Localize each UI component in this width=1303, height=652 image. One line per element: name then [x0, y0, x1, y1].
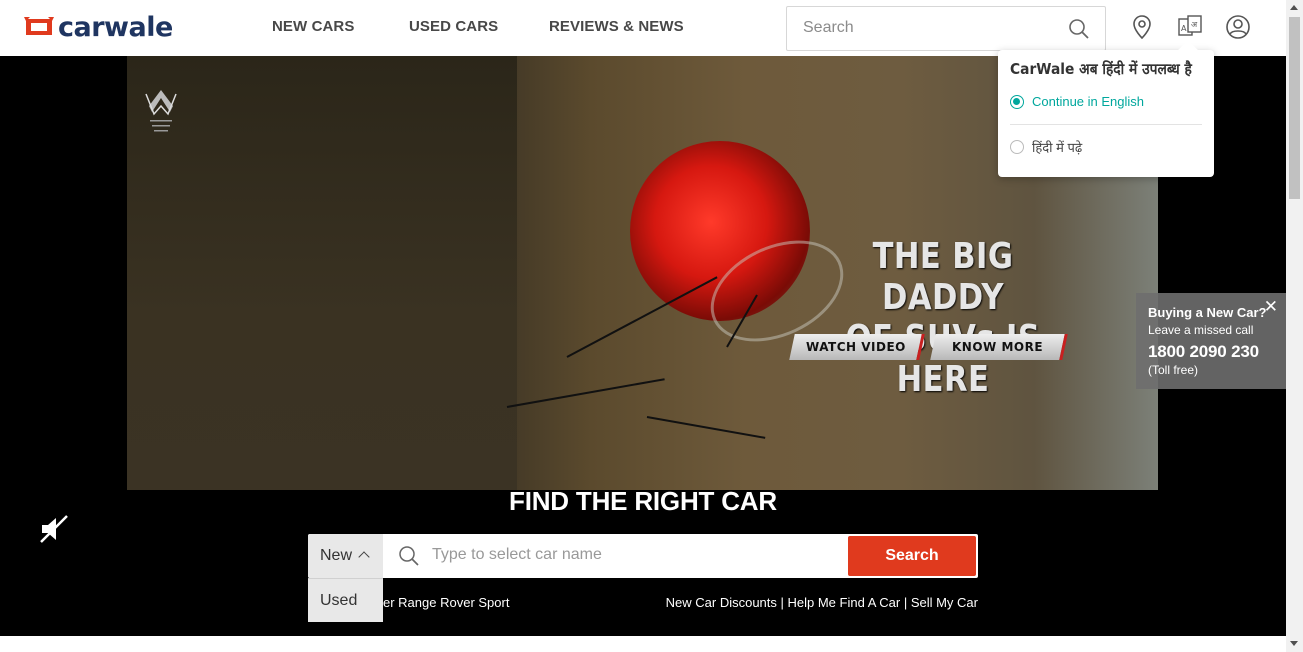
know-more-button[interactable]: KNOW MORE: [930, 334, 1068, 360]
page-scrollbar[interactable]: [1286, 0, 1303, 652]
language-popover: CarWale अब हिंदी में उपलब्ध है Continue …: [998, 40, 1214, 177]
language-icon[interactable]: Aअ: [1177, 14, 1203, 45]
know-more-label: KNOW MORE: [951, 340, 1044, 354]
site-header: carwale NEW CARS USED CARS REVIEWS & NEW…: [0, 0, 1286, 56]
car-finder: New Search: [308, 534, 978, 578]
quick-links: New Car Discounts | Help Me Find A Car |…: [666, 595, 978, 610]
logo-mark-icon: [24, 17, 54, 37]
quick-link-left[interactable]: er Range Rover Sport: [383, 595, 509, 610]
chevron-up-icon: [358, 551, 370, 563]
search-icon: [398, 545, 420, 572]
header-search[interactable]: [786, 6, 1106, 51]
callback-title: Buying a New Car?: [1148, 305, 1267, 320]
svg-text:अ: अ: [1191, 20, 1198, 29]
car-type-select[interactable]: New: [308, 534, 383, 578]
quick-links-text[interactable]: New Car Discounts | Help Me Find A Car |…: [666, 595, 978, 610]
mahindra-suv-logo-icon: [138, 84, 184, 136]
callback-note: (Toll free): [1148, 363, 1199, 377]
callback-number[interactable]: 1800 2090 230: [1148, 342, 1259, 362]
search-icon[interactable]: [1067, 17, 1091, 46]
svg-text:A: A: [1181, 24, 1187, 33]
watch-video-label: WATCH VIDEO: [805, 340, 906, 354]
hero-headline-line1: THE BIG DADDY: [872, 236, 1014, 318]
divider: [1010, 124, 1202, 125]
car-name-input[interactable]: [432, 546, 832, 564]
quick-link-range-rover[interactable]: er Range Rover Sport: [383, 595, 509, 610]
callback-panel: ✕ Buying a New Car? Leave a missed call …: [1136, 293, 1286, 389]
crack-line: [646, 416, 766, 439]
carwale-logo[interactable]: carwale: [24, 11, 173, 43]
car-type-selected: New: [320, 547, 353, 564]
crack-line: [506, 378, 665, 408]
language-popover-title: CarWale अब हिंदी में उपलब्ध है: [1010, 60, 1192, 78]
car-type-option-used[interactable]: Used: [308, 578, 383, 622]
mute-icon[interactable]: [38, 513, 70, 550]
finder-search-button[interactable]: Search: [848, 536, 976, 576]
radio-selected-icon[interactable]: [1010, 94, 1024, 109]
option-english[interactable]: Continue in English: [1010, 94, 1144, 109]
nav-used-cars[interactable]: USED CARS: [409, 18, 498, 35]
location-pin-icon[interactable]: [1131, 14, 1153, 45]
option-hindi[interactable]: हिंदी में पढ़े: [1010, 138, 1082, 156]
nav-new-cars[interactable]: NEW CARS: [272, 18, 354, 35]
nav-reviews-news[interactable]: REVIEWS & NEWS: [549, 18, 684, 35]
car-type-option-label: Used: [320, 592, 358, 609]
scroll-down-arrow-icon[interactable]: [1290, 641, 1298, 646]
header-search-input[interactable]: [803, 19, 1063, 37]
scroll-thumb[interactable]: [1289, 17, 1300, 199]
video-backdrop: [127, 56, 517, 490]
radio-unselected-icon[interactable]: [1010, 140, 1024, 154]
find-car-title: FIND THE RIGHT CAR: [509, 486, 777, 516]
watch-video-button[interactable]: WATCH VIDEO: [789, 334, 925, 360]
user-profile-icon[interactable]: [1225, 14, 1251, 45]
scroll-up-arrow-icon[interactable]: [1290, 5, 1298, 10]
hero-headline: THE BIG DADDY OF SUVs IS HERE: [833, 236, 1054, 400]
logo-text: carwale: [58, 11, 173, 43]
option-english-label: Continue in English: [1032, 94, 1145, 109]
option-hindi-label: हिंदी में पढ़े: [1032, 140, 1083, 155]
callback-subtitle: Leave a missed call: [1148, 323, 1254, 337]
